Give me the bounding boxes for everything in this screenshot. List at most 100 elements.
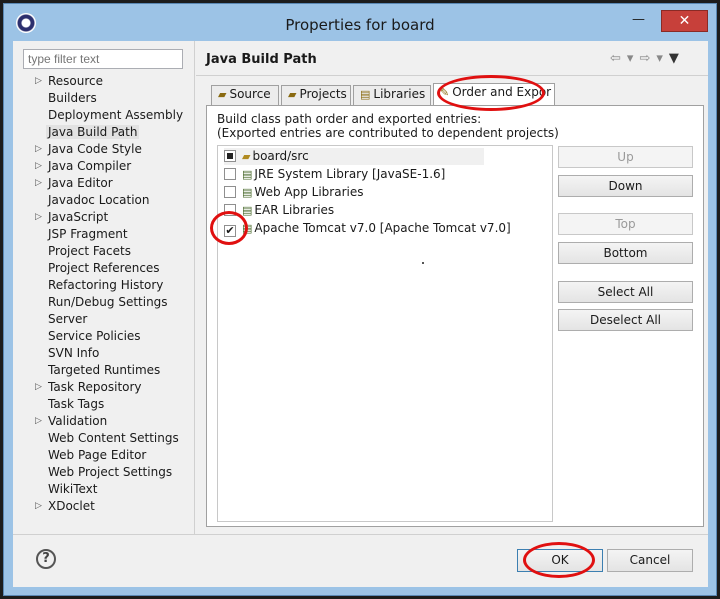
library-icon: ▤ <box>242 186 253 199</box>
tree-item-label: Java Editor <box>48 176 113 190</box>
forward-dropdown-icon[interactable]: ▾ <box>656 51 663 66</box>
tab-libraries-label: Libraries <box>373 87 426 101</box>
expand-arrow-icon[interactable]: ▷ <box>35 413 42 430</box>
property-page-tree: ▷ Resource Builders Deployment Assembly Java… <box>23 73 193 515</box>
expand-arrow-icon[interactable]: ▷ <box>35 158 42 175</box>
tree-item[interactable]: ▷ Resource <box>23 73 193 90</box>
classpath-entry[interactable]: ▤ JRE System Library [JavaSE-1.6] <box>224 166 445 183</box>
expand-arrow-icon[interactable]: ▷ <box>35 209 42 226</box>
help-icon[interactable]: ? <box>36 549 56 569</box>
tab-source[interactable]: ▰ Source <box>211 85 279 105</box>
up-button[interactable]: Up <box>558 146 693 168</box>
tree-item[interactable]: Project Facets <box>23 243 193 260</box>
classpath-entry-label: Web App Libraries <box>254 185 364 199</box>
bottom-button[interactable]: Bottom <box>558 242 693 264</box>
tree-item-label: Java Compiler <box>48 159 132 173</box>
expand-arrow-icon[interactable]: ▷ <box>35 175 42 192</box>
export-checkbox[interactable] <box>224 186 236 198</box>
folder-icon: ▰ <box>218 88 227 101</box>
tree-item-label: Javadoc Location <box>48 193 150 207</box>
tree-item-label: Service Policies <box>48 329 141 343</box>
tree-item-label: JavaScript <box>48 210 109 224</box>
tree-item-label: Validation <box>48 414 108 428</box>
tree-item[interactable]: Java Build Path <box>23 124 193 141</box>
library-icon: ▤ <box>242 204 253 217</box>
minimize-button[interactable]: — <box>624 10 653 32</box>
tree-item[interactable]: ▷ XDoclet <box>23 498 193 515</box>
classpath-entry-label: EAR Libraries <box>254 203 335 217</box>
library-icon: ▤ <box>242 168 253 181</box>
export-checkbox[interactable] <box>224 168 236 180</box>
tree-item[interactable]: Builders <box>23 90 193 107</box>
dialog-client-area: ▷ Resource Builders Deployment Assembly Java… <box>13 41 708 587</box>
tab-projects-label: Projects <box>299 87 347 101</box>
down-button[interactable]: Down <box>558 175 693 197</box>
classpath-entry-label: Apache Tomcat v7.0 [Apache Tomcat v7.0] <box>254 221 511 235</box>
tree-item[interactable]: SVN Info <box>23 345 193 362</box>
tab-source-label: Source <box>229 87 271 101</box>
tree-item-label: SVN Info <box>48 346 100 360</box>
back-arrow-icon[interactable]: ⇦ <box>610 51 621 66</box>
forward-arrow-icon[interactable]: ⇨ <box>639 51 650 66</box>
classpath-entry-label: board/src <box>252 149 309 163</box>
tree-item[interactable]: Web Content Settings <box>23 430 193 447</box>
order-export-panel: Build class path order and exported entr… <box>206 105 704 527</box>
title-bar[interactable]: Properties for board — □ ✕ <box>4 4 716 41</box>
description-line-1: Build class path order and exported entr… <box>217 112 482 126</box>
tree-item[interactable]: ▷ Java Code Style <box>23 141 193 158</box>
select-all-button[interactable]: Select All <box>558 281 693 303</box>
classpath-entry[interactable]: ▰ board/src <box>224 148 484 165</box>
deselect-all-button[interactable]: Deselect All <box>558 309 693 331</box>
tree-item[interactable]: Refactoring History <box>23 277 193 294</box>
sash-divider[interactable] <box>194 41 195 534</box>
tree-item-label: Resource <box>48 74 104 88</box>
expand-arrow-icon[interactable]: ▷ <box>35 379 42 396</box>
expand-arrow-icon[interactable]: ▷ <box>35 498 42 515</box>
view-menu-icon[interactable]: ▼ <box>669 51 679 66</box>
classpath-entries-list[interactable]: ▰ board/src ▤ JRE System Library [JavaSE-1.… <box>217 145 553 522</box>
tree-item[interactable]: Targeted Runtimes <box>23 362 193 379</box>
top-button[interactable]: Top <box>558 213 693 235</box>
description-line-2: (Exported entries are contributed to dep… <box>217 126 559 140</box>
tab-projects[interactable]: ▰ Projects <box>281 85 351 105</box>
annotation-ellipse-checkbox <box>210 211 248 245</box>
tree-item[interactable]: Service Policies <box>23 328 193 345</box>
tree-item[interactable]: Run/Debug Settings <box>23 294 193 311</box>
tree-item[interactable]: Web Project Settings <box>23 464 193 481</box>
export-checkbox[interactable] <box>224 150 236 162</box>
tree-item[interactable]: Javadoc Location <box>23 192 193 209</box>
tree-item-label: Refactoring History <box>48 278 164 292</box>
close-button[interactable]: ✕ <box>661 10 708 32</box>
tree-item-label: Project Facets <box>48 244 131 258</box>
tree-item[interactable]: ▷ Validation <box>23 413 193 430</box>
tree-item[interactable]: Task Tags <box>23 396 193 413</box>
tree-item[interactable]: JSP Fragment <box>23 226 193 243</box>
library-icon: ▤ <box>360 88 371 101</box>
tree-item[interactable]: ▷ Java Editor <box>23 175 193 192</box>
cancel-button[interactable]: Cancel <box>607 549 693 572</box>
tree-item[interactable]: Web Page Editor <box>23 447 193 464</box>
back-dropdown-icon[interactable]: ▾ <box>627 51 634 66</box>
tab-libraries[interactable]: ▤ Libraries <box>353 85 431 105</box>
tree-item[interactable]: ▷ JavaScript <box>23 209 193 226</box>
tree-item[interactable]: Deployment Assembly <box>23 107 193 124</box>
tree-item-label: Web Project Settings <box>48 465 173 479</box>
tree-item-label: Task Repository <box>48 380 142 394</box>
project-icon: ▰ <box>288 88 297 101</box>
tree-item[interactable]: Project References <box>23 260 193 277</box>
tree-item[interactable]: Server <box>23 311 193 328</box>
footer-separator <box>13 534 708 535</box>
expand-arrow-icon[interactable]: ▷ <box>35 141 42 158</box>
tree-item[interactable]: WikiText <box>23 481 193 498</box>
tree-item-label: Web Content Settings <box>48 431 179 445</box>
tree-item-label: Project References <box>48 261 160 275</box>
tree-item[interactable]: ▷ Java Compiler <box>23 158 193 175</box>
filter-input[interactable] <box>23 49 183 69</box>
expand-arrow-icon[interactable]: ▷ <box>35 73 42 90</box>
tree-item[interactable]: ▷ Task Repository <box>23 379 193 396</box>
order-description: Build class path order and exported entr… <box>217 112 559 140</box>
classpath-entry[interactable]: ✔ ▤ Apache Tomcat v7.0 [Apache Tomcat v7.0… <box>224 220 511 237</box>
classpath-entry[interactable]: ▤ Web App Libraries <box>224 184 363 201</box>
tree-item-label: XDoclet <box>48 499 95 513</box>
tree-item-label: Server <box>48 312 88 326</box>
